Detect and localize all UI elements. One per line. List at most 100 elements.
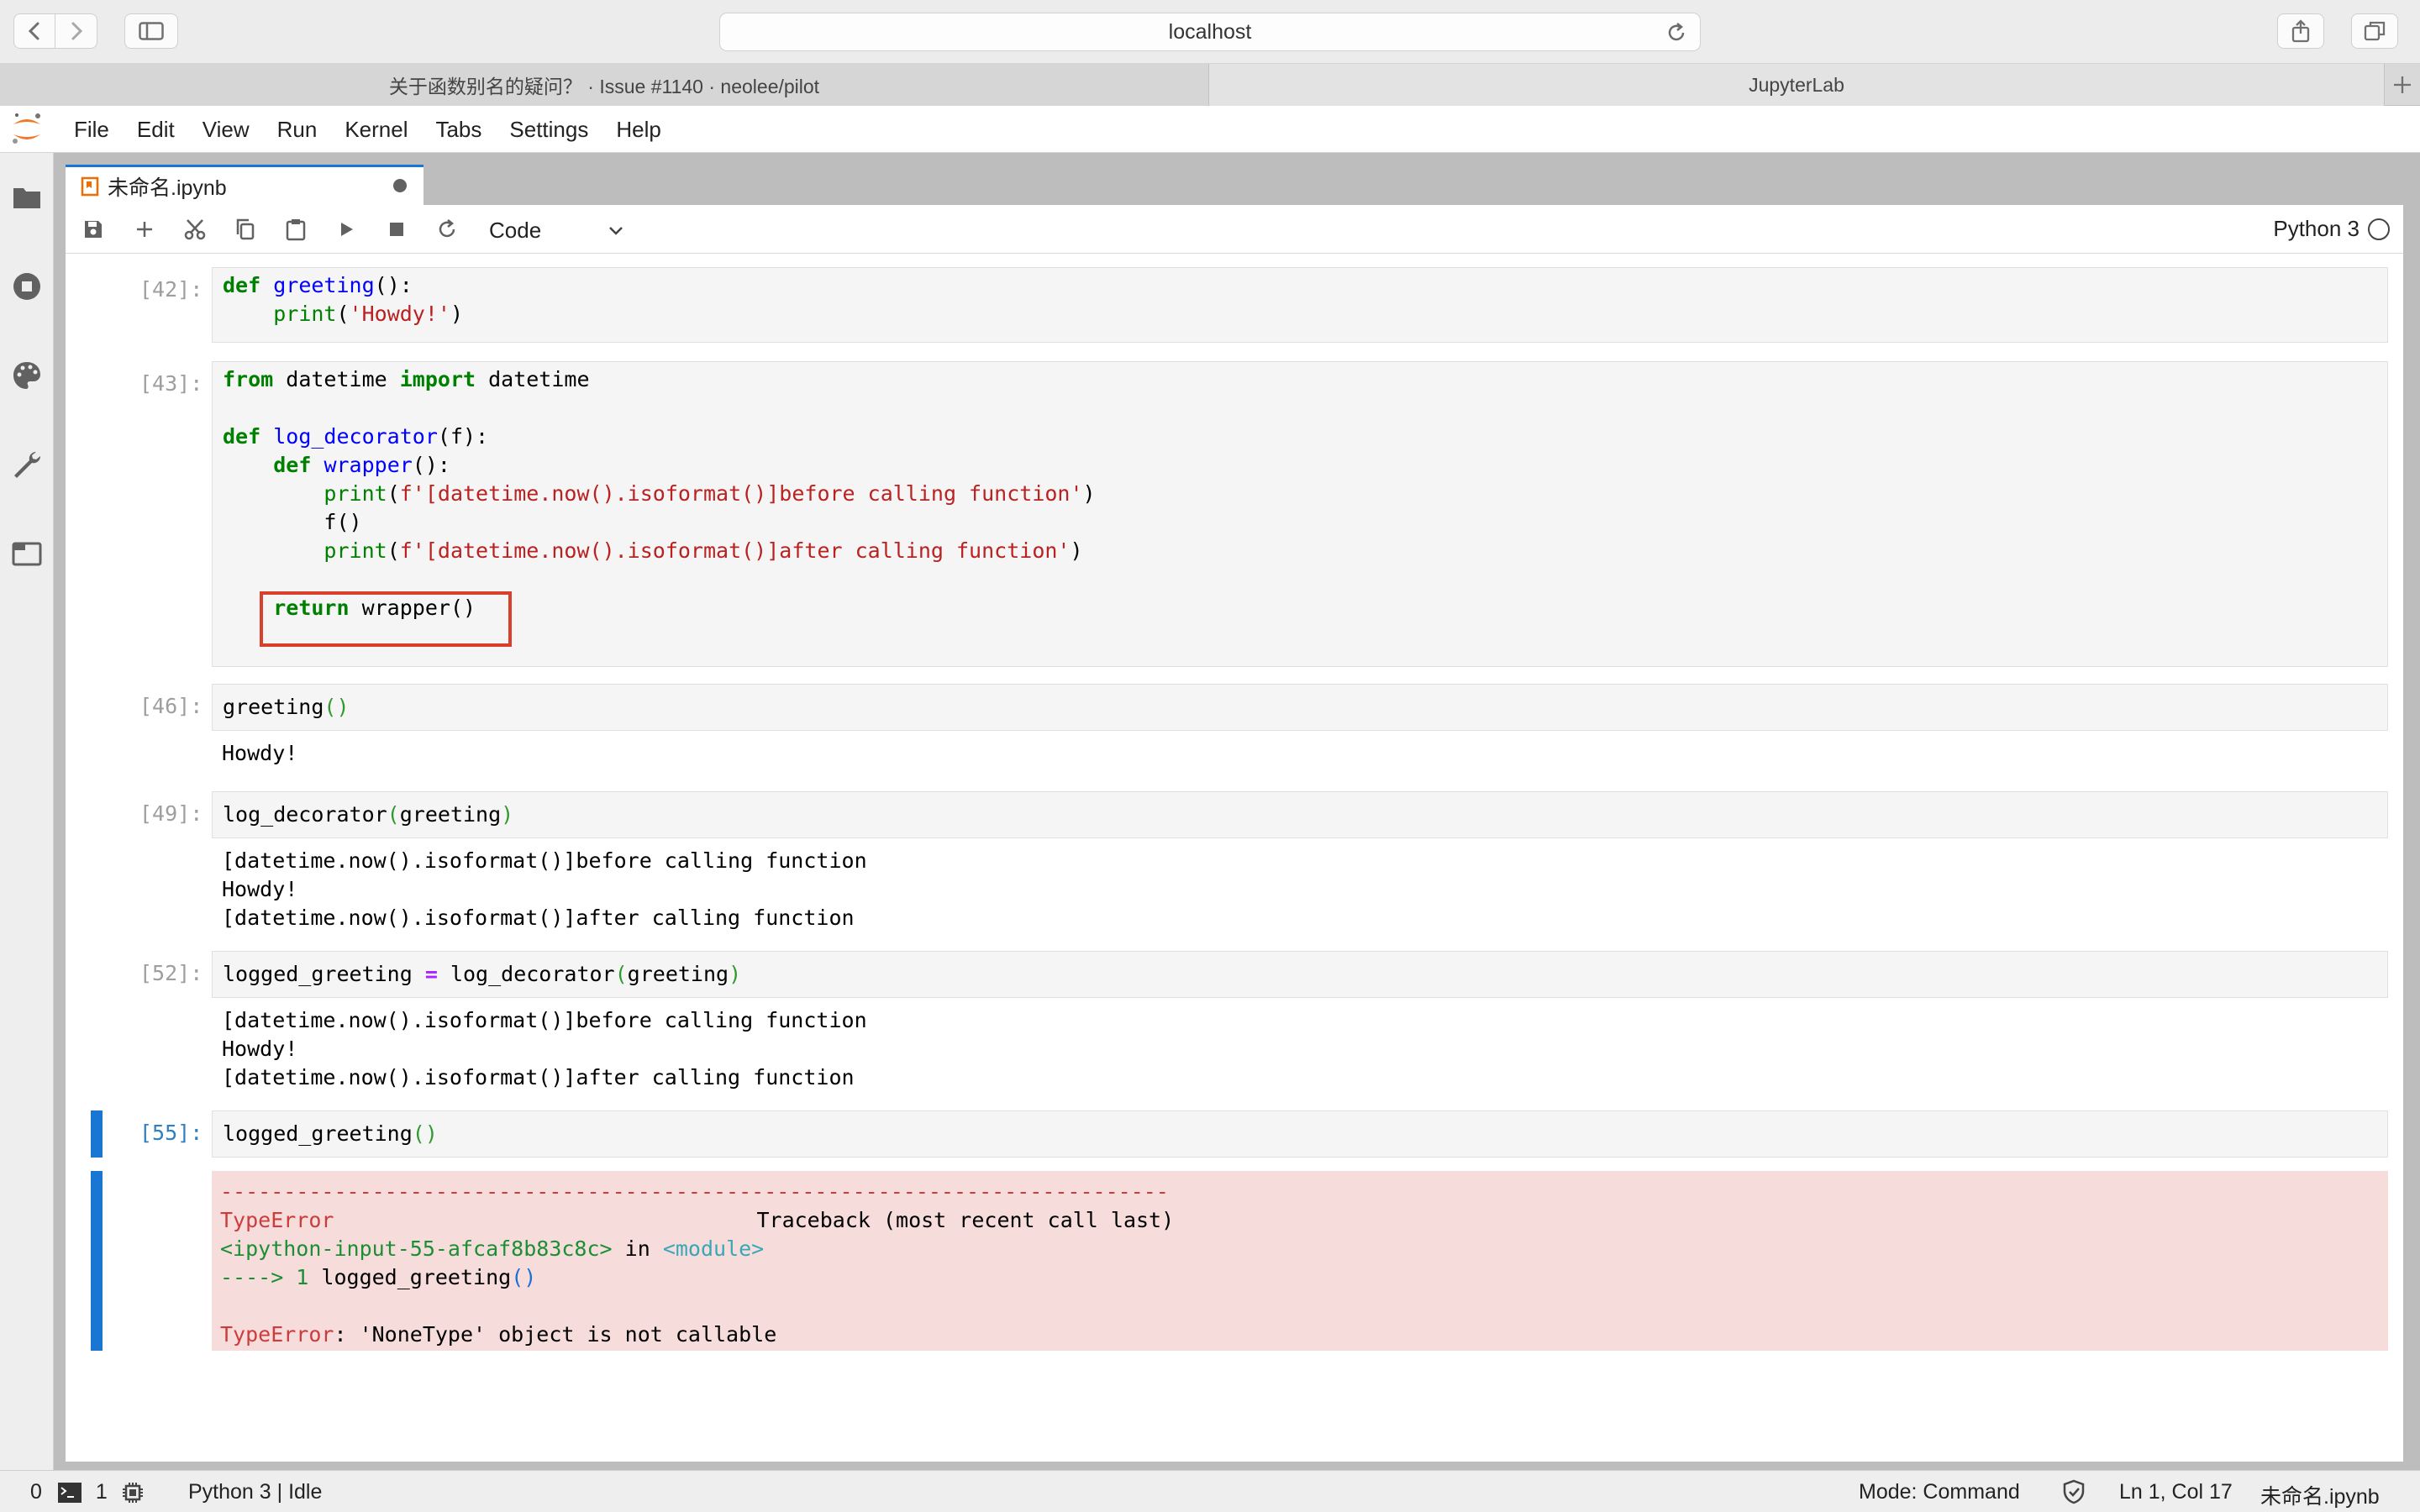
trusted-indicator[interactable]: [2062, 1479, 2086, 1504]
highlight-annotation: [260, 591, 512, 647]
code-editor[interactable]: log_decorator(greeting): [212, 791, 2388, 838]
address-bar[interactable]: localhost: [719, 13, 1701, 51]
insert-cell-button[interactable]: [130, 215, 159, 244]
cursor-position[interactable]: Ln 1, Col 17: [2119, 1480, 2233, 1504]
cut-button[interactable]: [181, 215, 209, 244]
menu-tabs[interactable]: Tabs: [435, 117, 481, 143]
code-text: logged_greeting = log_decorator(greeting…: [223, 962, 742, 986]
kernel-state[interactable]: Python 3 | Idle: [188, 1480, 322, 1504]
wrench-icon[interactable]: [11, 449, 43, 480]
code-text: def greeting(): print('Howdy!'): [223, 273, 464, 326]
copy-button[interactable]: [231, 215, 260, 244]
new-tab-button[interactable]: [2385, 64, 2420, 106]
restart-button[interactable]: [433, 215, 461, 244]
cell-type-value: Code: [489, 217, 542, 243]
code-editor[interactable]: def greeting(): print('Howdy!'): [212, 267, 2388, 343]
nav-buttons: [13, 13, 97, 49]
input-collapser[interactable]: [91, 1110, 103, 1158]
browser-tab-jupyterlab[interactable]: JupyterLab: [1208, 64, 2385, 106]
running-sessions-icon[interactable]: [11, 270, 43, 302]
save-button[interactable]: [79, 215, 108, 244]
terminal-count-value: 0: [30, 1480, 42, 1504]
menu-run[interactable]: Run: [277, 117, 318, 143]
restart-icon: [439, 219, 455, 238]
save-icon: [85, 221, 102, 238]
code-editor[interactable]: logged_greeting(): [212, 1110, 2388, 1158]
code-editor[interactable]: logged_greeting = log_decorator(greeting…: [212, 951, 2388, 998]
traceback-module: <module>: [662, 1236, 765, 1261]
cell-output: [datetime.now().isoformat()]before calli…: [222, 848, 867, 930]
notebook-tab-label: 未命名.ipynb: [108, 176, 227, 200]
code-text: greeting(): [223, 695, 350, 719]
menu-kernel[interactable]: Kernel: [345, 117, 408, 143]
code-editor[interactable]: greeting(): [212, 684, 2388, 731]
browser-tab-issue[interactable]: 关于函数别名的疑问？ · Issue #1140 · neolee/pilot: [0, 64, 1208, 106]
cell-output: Howdy!: [222, 741, 298, 765]
menu-file[interactable]: File: [74, 117, 109, 143]
menu-items: File Edit View Run Kernel Tabs Settings …: [74, 106, 689, 153]
notebook-tab[interactable]: 未命名.ipynb: [66, 165, 424, 205]
show-tabs-button[interactable]: [2351, 13, 2398, 49]
code-text: from datetime import datetime def log_de…: [223, 367, 1096, 620]
notebook-icon: [81, 176, 99, 196]
share-button[interactable]: [2277, 13, 2324, 49]
scissors-icon: [184, 219, 206, 240]
traceback-header: Traceback (most recent call last): [756, 1208, 1175, 1232]
stop-icon: [390, 223, 403, 236]
menu-edit[interactable]: Edit: [137, 117, 175, 143]
menu-settings[interactable]: Settings: [509, 117, 588, 143]
chevron-right-icon: [71, 22, 82, 40]
error-output: ----------------------------------------…: [212, 1171, 2388, 1351]
browser-toolbar: localhost: [0, 0, 2420, 64]
kernel-count-value: 1: [95, 1480, 108, 1504]
cell-type-select[interactable]: Code: [489, 213, 640, 247]
back-button[interactable]: [13, 13, 55, 49]
code-text: log_decorator(greeting): [223, 802, 514, 827]
play-icon: [341, 223, 353, 236]
shield-check-icon: [2063, 1479, 2085, 1504]
browser-tab-bar: 关于函数别名的疑问？ · Issue #1140 · neolee/pilot …: [0, 64, 2420, 106]
error-type: TypeError: [220, 1208, 334, 1232]
interrupt-button[interactable]: [382, 215, 411, 244]
traceback-rule: ----------------------------------------…: [220, 1179, 1169, 1204]
kernel-name[interactable]: Python 3: [2273, 216, 2360, 242]
traceback-parens: (): [511, 1265, 537, 1289]
jupyter-logo-icon: [13, 113, 40, 144]
notebook-panel: Code Python 3 [42]: def greeting(): prin…: [66, 205, 2403, 1462]
menu-help[interactable]: Help: [616, 117, 660, 143]
paste-icon: [286, 219, 306, 241]
terminal-icon: [57, 1482, 82, 1503]
error-message: : 'NoneType' object is not callable: [334, 1322, 777, 1347]
traceback-in: in: [612, 1236, 663, 1261]
copy-icon: [236, 218, 255, 240]
sidebar-icon: [139, 22, 164, 40]
sidebar-toggle-button[interactable]: [124, 13, 178, 49]
terminal-count[interactable]: 0 1: [30, 1480, 145, 1504]
cell-output: [datetime.now().isoformat()]before calli…: [222, 1008, 867, 1089]
status-bar: 0 1 Python 3 | Idle Mode: Command Ln 1, …: [0, 1470, 2420, 1512]
browser-tab-label: 关于函数别名的疑问？ · Issue #1140 · neolee/pilot: [388, 76, 820, 97]
tabs-icon[interactable]: [11, 538, 43, 570]
reload-icon[interactable]: [1665, 21, 1688, 45]
chevron-down-icon: [609, 227, 623, 235]
current-file-name: 未命名.ipynb: [2260, 1485, 2380, 1509]
traceback-input: <ipython-input-55-afcaf8b83c8c>: [220, 1236, 613, 1261]
paste-button[interactable]: [281, 215, 310, 244]
code-text: logged_greeting(): [223, 1121, 438, 1146]
share-icon: [2291, 19, 2310, 43]
output-collapser[interactable]: [91, 1171, 103, 1351]
folder-icon[interactable]: [11, 181, 43, 213]
run-button[interactable]: [332, 215, 360, 244]
code-editor[interactable]: from datetime import datetime def log_de…: [212, 361, 2388, 667]
mode-indicator: Mode: Command: [1859, 1480, 2020, 1504]
traceback-line: logged_greeting: [321, 1265, 512, 1289]
error-type-final: TypeError: [220, 1322, 334, 1347]
address-text: localhost: [1168, 19, 1252, 44]
forward-button[interactable]: [55, 13, 97, 49]
unsaved-indicator[interactable]: [393, 179, 407, 192]
palette-icon[interactable]: [11, 360, 43, 391]
left-sidebar: [0, 153, 54, 1470]
menubar: File Edit View Run Kernel Tabs Settings …: [0, 106, 2420, 153]
menu-view[interactable]: View: [203, 117, 250, 143]
chevron-left-icon: [28, 22, 39, 40]
